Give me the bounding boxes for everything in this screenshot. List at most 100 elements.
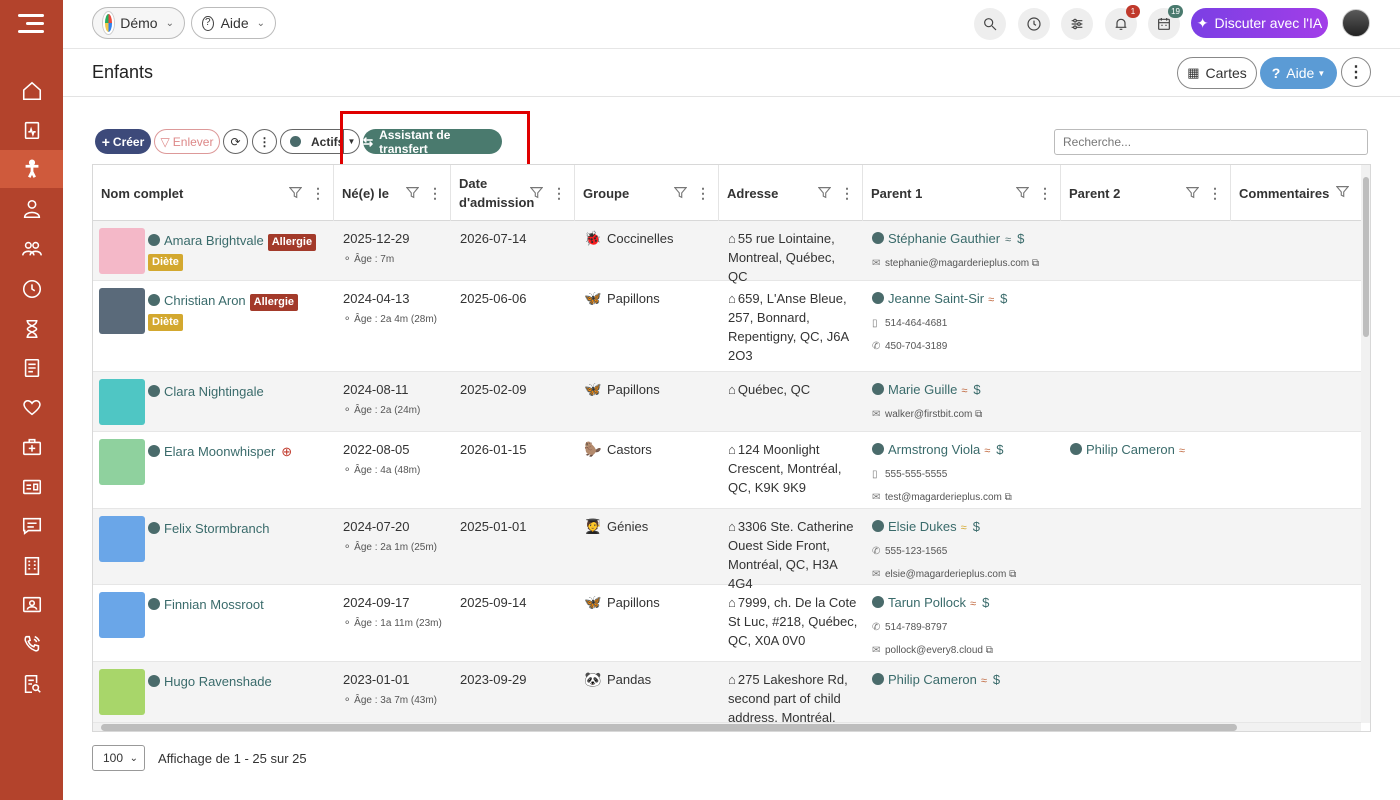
table-row[interactable]: Finnian Mossroot 2024-09-17 ⚬ Âge : 1a 11…	[93, 585, 1361, 662]
copy-icon[interactable]: ⧉	[975, 409, 982, 420]
id-card-icon[interactable]	[0, 468, 63, 506]
calendar-icon[interactable]: 19	[1148, 5, 1183, 40]
column-header-admission-date[interactable]: Date d'admission ⋮	[451, 165, 575, 221]
column-header-address[interactable]: Adresse ⋮	[719, 165, 863, 221]
users-group-icon[interactable]	[0, 230, 63, 268]
parent-name-link[interactable]: Philip Cameron	[1086, 442, 1175, 457]
column-menu-icon[interactable]: ⋮	[552, 185, 566, 202]
group-name: Papillons	[607, 291, 660, 306]
column-menu-icon[interactable]: ⋮	[696, 185, 710, 202]
page-size-select[interactable]: 100 ⌄	[92, 745, 145, 771]
parent-name-link[interactable]: Jeanne Saint-Sir	[888, 291, 984, 306]
table-row[interactable]: Hugo Ravenshade 2023-01-01 ⚬ Âge : 3a 7m …	[93, 662, 1361, 723]
horizontal-scrollbar[interactable]	[93, 723, 1361, 731]
heart-icon[interactable]	[0, 388, 63, 426]
filter-icon[interactable]	[817, 186, 832, 202]
group-cell: 🦋 Papillons	[584, 289, 660, 308]
parent-name-link[interactable]: Marie Guille	[888, 382, 957, 397]
ai-chat-button[interactable]: ✦ Discuter avec l'IA	[1191, 8, 1328, 38]
copy-icon[interactable]: ⧉	[1032, 258, 1039, 269]
clipboard-health-icon[interactable]	[0, 111, 63, 149]
sidebar	[0, 0, 63, 800]
table-row[interactable]: Amara Brightvale Allergie Diète 2025-12-29…	[93, 221, 1361, 284]
column-menu-icon[interactable]: ⋮	[311, 185, 325, 202]
message-icon[interactable]	[0, 507, 63, 545]
column-menu-icon[interactable]: ⋮	[1208, 185, 1222, 202]
user-screen-icon[interactable]	[0, 586, 63, 624]
column-menu-icon[interactable]: ⋮	[1038, 185, 1052, 202]
child-name-link[interactable]: Amara Brightvale	[164, 233, 264, 248]
scrollbar-thumb[interactable]	[101, 724, 1237, 731]
column-header-full-name[interactable]: Nom complet ⋮	[93, 165, 334, 221]
remove-filter-button[interactable]: ▽ Enlever	[154, 129, 220, 154]
column-menu-icon[interactable]: ⋮	[428, 185, 442, 202]
app-disconnected-icon: ≈	[961, 385, 968, 397]
parent-name-link[interactable]: Philip Cameron	[888, 672, 977, 687]
copy-icon[interactable]: ⧉	[986, 645, 993, 656]
demo-logo-icon	[103, 12, 115, 34]
toolbar-more-icon[interactable]: ⋮	[252, 129, 277, 154]
hamburger-menu-icon[interactable]	[18, 14, 44, 36]
vertical-scrollbar[interactable]	[1361, 165, 1370, 723]
help-menu[interactable]: ? Aide ⌄	[191, 7, 276, 39]
staff-icon[interactable]	[0, 190, 63, 228]
child-name-link[interactable]: Finnian Mossroot	[164, 597, 264, 612]
address-cell: ⌂ 55 rue Lointaine, Montreal, Québec, QC	[728, 229, 858, 286]
phone-signal-icon[interactable]	[0, 625, 63, 663]
column-header-parent-1[interactable]: Parent 1 ⋮	[863, 165, 1061, 221]
settings-sliders-icon[interactable]	[1061, 8, 1093, 40]
parent-name-link[interactable]: Stéphanie Gauthier	[888, 231, 1000, 246]
filter-icon[interactable]	[288, 186, 303, 202]
column-header-comments[interactable]: Commentaires	[1231, 165, 1361, 221]
cards-view-button[interactable]: ▦ Cartes	[1177, 57, 1257, 89]
child-name-link[interactable]: Elara Moonwhisper	[164, 444, 275, 459]
report-search-icon[interactable]	[0, 665, 63, 703]
copy-icon[interactable]: ⧉	[1005, 492, 1012, 503]
child-icon[interactable]	[0, 150, 63, 188]
parent-name-link[interactable]: Elsie Dukes	[888, 519, 957, 534]
child-name-link[interactable]: Clara Nightingale	[164, 384, 264, 399]
filter-icon[interactable]	[1015, 186, 1030, 202]
refresh-icon[interactable]: ⟳	[223, 129, 248, 154]
building-icon[interactable]	[0, 547, 63, 585]
transfer-assistant-button[interactable]: ⇆ Assistant de transfert	[363, 128, 502, 156]
history-icon[interactable]	[1018, 8, 1050, 40]
user-avatar[interactable]	[1342, 9, 1370, 37]
column-header-group[interactable]: Groupe ⋮	[575, 165, 719, 221]
clock-icon[interactable]	[0, 270, 63, 308]
filter-icon[interactable]	[1335, 185, 1350, 201]
scrollbar-thumb[interactable]	[1363, 177, 1369, 337]
medical-kit-icon[interactable]	[0, 428, 63, 466]
parent-name-link[interactable]: Armstrong Viola	[888, 442, 980, 457]
help-button[interactable]: ? Aide ▼	[1260, 57, 1337, 89]
create-button[interactable]: + Créer	[95, 129, 151, 154]
search-input[interactable]	[1054, 129, 1368, 155]
hourglass-icon[interactable]	[0, 310, 63, 348]
filter-icon[interactable]	[405, 186, 420, 202]
home-icon[interactable]	[0, 72, 63, 110]
child-name-link[interactable]: Christian Aron	[164, 293, 246, 308]
column-menu-icon[interactable]: ⋮	[840, 185, 854, 202]
table-row[interactable]: Christian Aron Allergie Diète 2024-04-13 ⚬ …	[93, 281, 1361, 372]
add-medical-icon[interactable]: ⊕	[281, 444, 292, 459]
caret-down-icon[interactable]: ▼	[343, 130, 359, 153]
demo-selector[interactable]: Démo ⌄	[92, 7, 185, 39]
notification-bell-icon[interactable]: 1	[1105, 5, 1140, 40]
column-header-birthdate[interactable]: Né(e) le ⋮	[334, 165, 451, 221]
search-icon[interactable]	[974, 8, 1006, 40]
status-filter-dropdown[interactable]: Actifs ▼	[280, 129, 360, 154]
checklist-icon[interactable]	[0, 349, 63, 387]
page-more-options-icon[interactable]: ⋮	[1341, 57, 1371, 87]
child-name-link[interactable]: Hugo Ravenshade	[164, 674, 272, 689]
filter-icon[interactable]	[529, 186, 544, 202]
app-pending-icon: ≈	[960, 522, 967, 534]
parent-name-link[interactable]: Tarun Pollock	[888, 595, 966, 610]
copy-icon[interactable]: ⧉	[1009, 569, 1016, 580]
child-name-link[interactable]: Felix Stormbranch	[164, 521, 269, 536]
filter-icon[interactable]	[673, 186, 688, 202]
table-row[interactable]: Elara Moonwhisper ⊕ 2022-08-05 ⚬ Âge : 4a …	[93, 432, 1361, 509]
table-row[interactable]: Felix Stormbranch 2024-07-20 ⚬ Âge : 2a 1…	[93, 509, 1361, 591]
filter-icon[interactable]	[1185, 186, 1200, 202]
column-header-parent-2[interactable]: Parent 2 ⋮	[1061, 165, 1231, 221]
table-row[interactable]: Clara Nightingale 2024-08-11 ⚬ Âge : 2a (…	[93, 372, 1361, 432]
